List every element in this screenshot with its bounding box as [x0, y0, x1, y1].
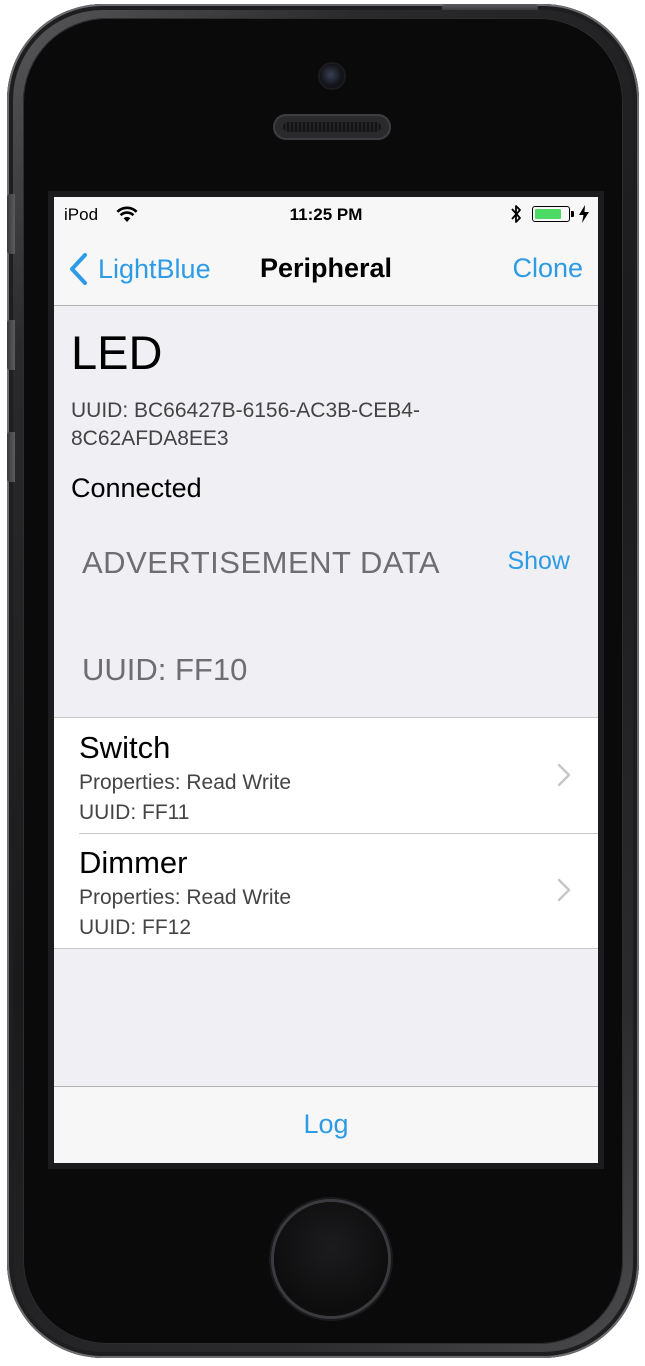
characteristic-properties: Properties: Read Write: [79, 886, 292, 909]
chevron-right-icon: [557, 763, 571, 787]
characteristic-properties: Properties: Read Write: [79, 771, 292, 794]
bottom-toolbar: Log: [54, 1086, 598, 1163]
mute-switch: [7, 194, 15, 254]
navigation-bar: LightBlue Peripheral Clone: [54, 233, 598, 306]
battery-icon: [532, 206, 574, 222]
characteristic-row-dimmer[interactable]: Dimmer Properties: Read Write UUID: FF12: [54, 833, 598, 948]
charging-icon: [579, 205, 589, 223]
characteristic-name: Switch: [79, 730, 171, 765]
bluetooth-icon: [511, 205, 521, 223]
chevron-right-icon: [557, 878, 571, 902]
battery-fill: [535, 209, 561, 219]
show-advertisement-button[interactable]: Show: [507, 547, 570, 576]
peripheral-uuid: UUID: BC66427B-6156-AC3B-CEB4-8C62AFDA8E…: [71, 399, 420, 450]
advertisement-data-header: ADVERTISEMENT DATA: [82, 545, 441, 580]
service-uuid-header: UUID: FF10: [82, 652, 248, 687]
power-button: [442, 4, 538, 10]
front-camera: [320, 64, 344, 88]
characteristic-name: Dimmer: [79, 845, 188, 880]
earpiece-speaker: [273, 114, 391, 140]
home-button[interactable]: [274, 1202, 388, 1316]
screen: iPod 11:25 PM LightBlue Peripheral Clone…: [54, 197, 598, 1163]
characteristic-uuid: UUID: FF12: [79, 916, 192, 939]
volume-up-button: [7, 320, 15, 370]
peripheral-name: LED: [71, 326, 163, 379]
log-button[interactable]: Log: [54, 1109, 598, 1140]
volume-down-button: [7, 432, 15, 482]
characteristic-row-switch[interactable]: Switch Properties: Read Write UUID: FF11: [54, 718, 598, 833]
clone-button[interactable]: Clone: [512, 253, 583, 284]
status-bar: iPod 11:25 PM: [54, 197, 598, 233]
characteristic-uuid: UUID: FF11: [79, 801, 190, 824]
characteristic-list: Switch Properties: Read Write UUID: FF11…: [54, 717, 598, 949]
connection-status: Connected: [71, 473, 202, 503]
